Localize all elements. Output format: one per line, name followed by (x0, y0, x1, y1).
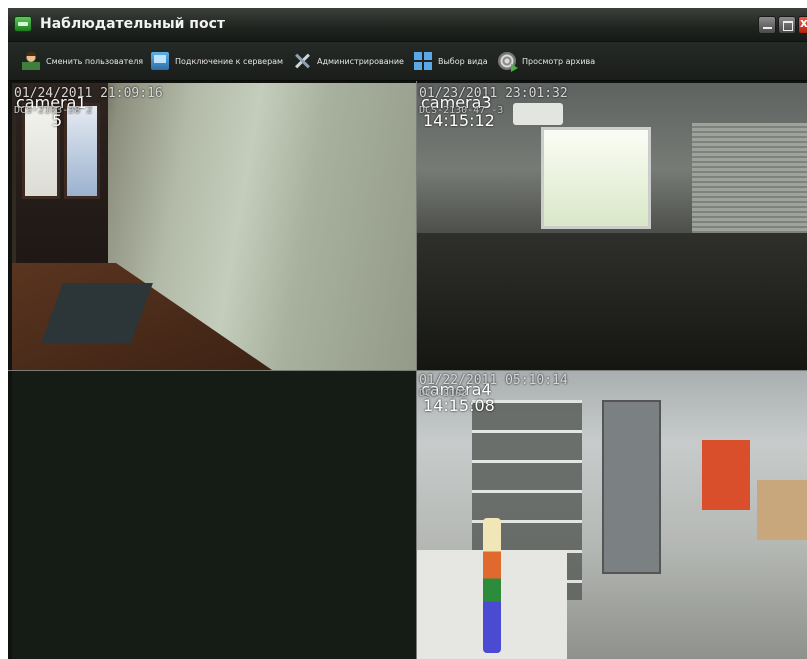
connect-servers-button[interactable]: Подключение к серверам (151, 50, 283, 72)
connect-servers-label: Подключение к серверам (175, 56, 284, 66)
user-icon (22, 52, 40, 70)
camera-time: 14:15:08 (423, 396, 495, 415)
administration-label: Администрирование (317, 56, 404, 66)
grid-divider-horizontal (8, 370, 807, 371)
view-select-label: Выбор вида (438, 56, 488, 66)
scene-door (602, 400, 661, 574)
scene-signal-tower (483, 518, 501, 653)
camera-tile-4[interactable]: 01/22/2011 05:10:14 camera4 DCS-2103 14:… (417, 370, 807, 659)
scene-air-conditioner (513, 103, 563, 125)
window-title: Наблюдательный пост (40, 16, 225, 32)
app-logo-icon (14, 16, 32, 32)
camera-tile-1[interactable]: 01/24/2011 21:09:16 camera1 DCS-2103-28 … (12, 83, 417, 370)
view-select-button[interactable]: Выбор вида (414, 50, 488, 72)
scene-panel (702, 440, 750, 510)
tools-icon (293, 52, 311, 70)
camera-tile-3[interactable]: 01/23/2011 23:01:32 camera3 DCS-2130-47 … (417, 83, 807, 370)
close-button[interactable]: x (798, 16, 807, 34)
switch-user-button[interactable]: Сменить пользователя (22, 50, 143, 72)
scene-box (757, 480, 807, 540)
scene-desks (417, 233, 807, 370)
scene-blinds (692, 123, 807, 247)
minimize-button[interactable] (758, 16, 776, 34)
scene-window (541, 127, 651, 229)
layout-grid-icon (414, 52, 432, 70)
archive-view-button[interactable]: Просмотр архива (498, 50, 595, 72)
administration-button[interactable]: Администрирование (293, 50, 404, 72)
app-window: Наблюдательный пост x Сменить пользовате… (8, 8, 807, 659)
camera-tile-empty[interactable] (12, 370, 417, 659)
server-icon (151, 52, 169, 70)
video-grid: 01/24/2011 21:09:16 camera1 DCS-2103-28 … (8, 81, 807, 659)
close-icon: x (800, 16, 807, 30)
archive-view-label: Просмотр архива (522, 56, 596, 66)
camera-time: 14:15:12 (423, 111, 495, 130)
camera-time: 5 (52, 111, 63, 130)
toolbar: Сменить пользователя Подключение к серве… (8, 42, 807, 81)
scene-window (64, 103, 100, 199)
switch-user-label: Сменить пользователя (46, 56, 144, 66)
archive-icon (498, 52, 518, 72)
title-bar[interactable]: Наблюдательный пост x (8, 8, 807, 42)
maximize-button[interactable] (778, 16, 796, 34)
